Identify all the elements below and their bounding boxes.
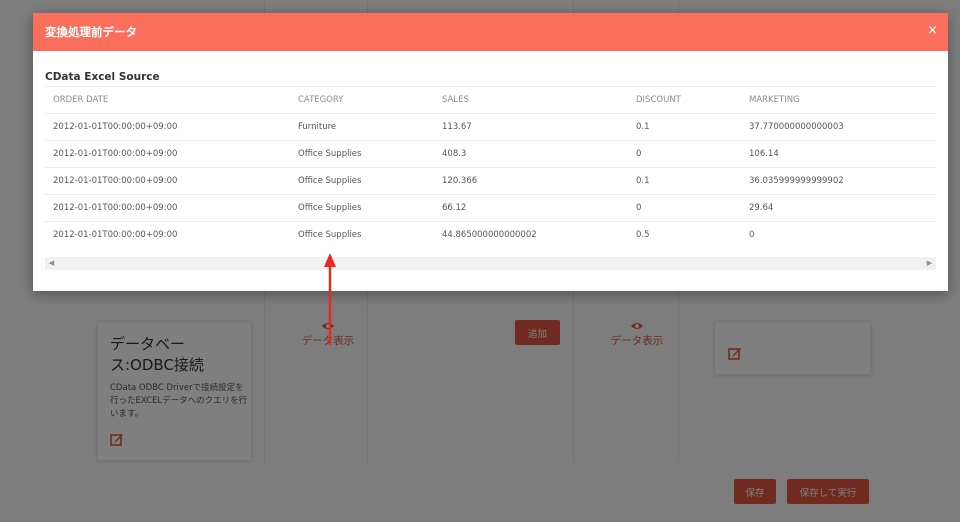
cell-discount: 0 — [636, 203, 642, 213]
cell-sales: 120.366 — [442, 176, 478, 186]
cell-discount: 0.1 — [636, 176, 650, 186]
cell-discount: 0.5 — [636, 230, 650, 240]
table-row: 2012-01-01T00:00:00+09:00 Office Supplie… — [45, 167, 936, 194]
cell-sales: 408.3 — [442, 149, 467, 159]
cell-category: Office Supplies — [298, 230, 362, 240]
cell-order-date: 2012-01-01T00:00:00+09:00 — [53, 203, 178, 213]
chevron-right-icon[interactable]: ▶ — [923, 257, 936, 270]
cell-category: Office Supplies — [298, 203, 362, 213]
close-icon[interactable]: × — [927, 23, 938, 39]
modal-title: 変換処理前データ — [45, 25, 137, 39]
cell-sales: 113.67 — [442, 122, 472, 132]
data-table: ORDER DATE CATEGORY SALES DISCOUNT MARKE… — [45, 86, 936, 248]
table-row: 2012-01-01T00:00:00+09:00 Office Supplie… — [45, 221, 936, 248]
cell-marketing: 37.770000000000003 — [749, 122, 844, 132]
cell-sales: 66.12 — [442, 203, 467, 213]
table-row: 2012-01-01T00:00:00+09:00 Office Supplie… — [45, 194, 936, 221]
table-row: 2012-01-01T00:00:00+09:00 Furniture 113.… — [45, 113, 936, 140]
cell-order-date: 2012-01-01T00:00:00+09:00 — [53, 230, 178, 240]
cell-sales: 44.865000000000002 — [442, 230, 537, 240]
cell-marketing: 0 — [749, 230, 755, 240]
column-header-marketing: MARKETING — [749, 95, 800, 105]
column-header-sales: SALES — [442, 95, 469, 105]
cell-order-date: 2012-01-01T00:00:00+09:00 — [53, 176, 178, 186]
cell-discount: 0 — [636, 149, 642, 159]
source-title: CData Excel Source — [45, 71, 160, 83]
column-header-category: CATEGORY — [298, 95, 344, 105]
table-header-row: ORDER DATE CATEGORY SALES DISCOUNT MARKE… — [45, 86, 936, 113]
cell-order-date: 2012-01-01T00:00:00+09:00 — [53, 122, 178, 132]
chevron-left-icon[interactable]: ◀ — [45, 257, 58, 270]
cell-discount: 0.1 — [636, 122, 650, 132]
preview-modal: 変換処理前データ × CData Excel Source ORDER DATE… — [33, 13, 948, 291]
cell-marketing: 36.035999999999902 — [749, 176, 844, 186]
cell-category: Furniture — [298, 122, 337, 132]
table-row: 2012-01-01T00:00:00+09:00 Office Supplie… — [45, 140, 936, 167]
cell-category: Office Supplies — [298, 176, 362, 186]
column-header-order-date: ORDER DATE — [53, 95, 109, 105]
annotation-arrow-icon — [324, 253, 336, 345]
column-header-discount: DISCOUNT — [636, 95, 681, 105]
modal-header: 変換処理前データ × — [33, 13, 948, 51]
cell-marketing: 29.64 — [749, 203, 774, 213]
cell-order-date: 2012-01-01T00:00:00+09:00 — [53, 149, 178, 159]
cell-marketing: 106.14 — [749, 149, 779, 159]
horizontal-scrollbar[interactable]: ◀ ▶ — [45, 257, 936, 270]
cell-category: Office Supplies — [298, 149, 362, 159]
